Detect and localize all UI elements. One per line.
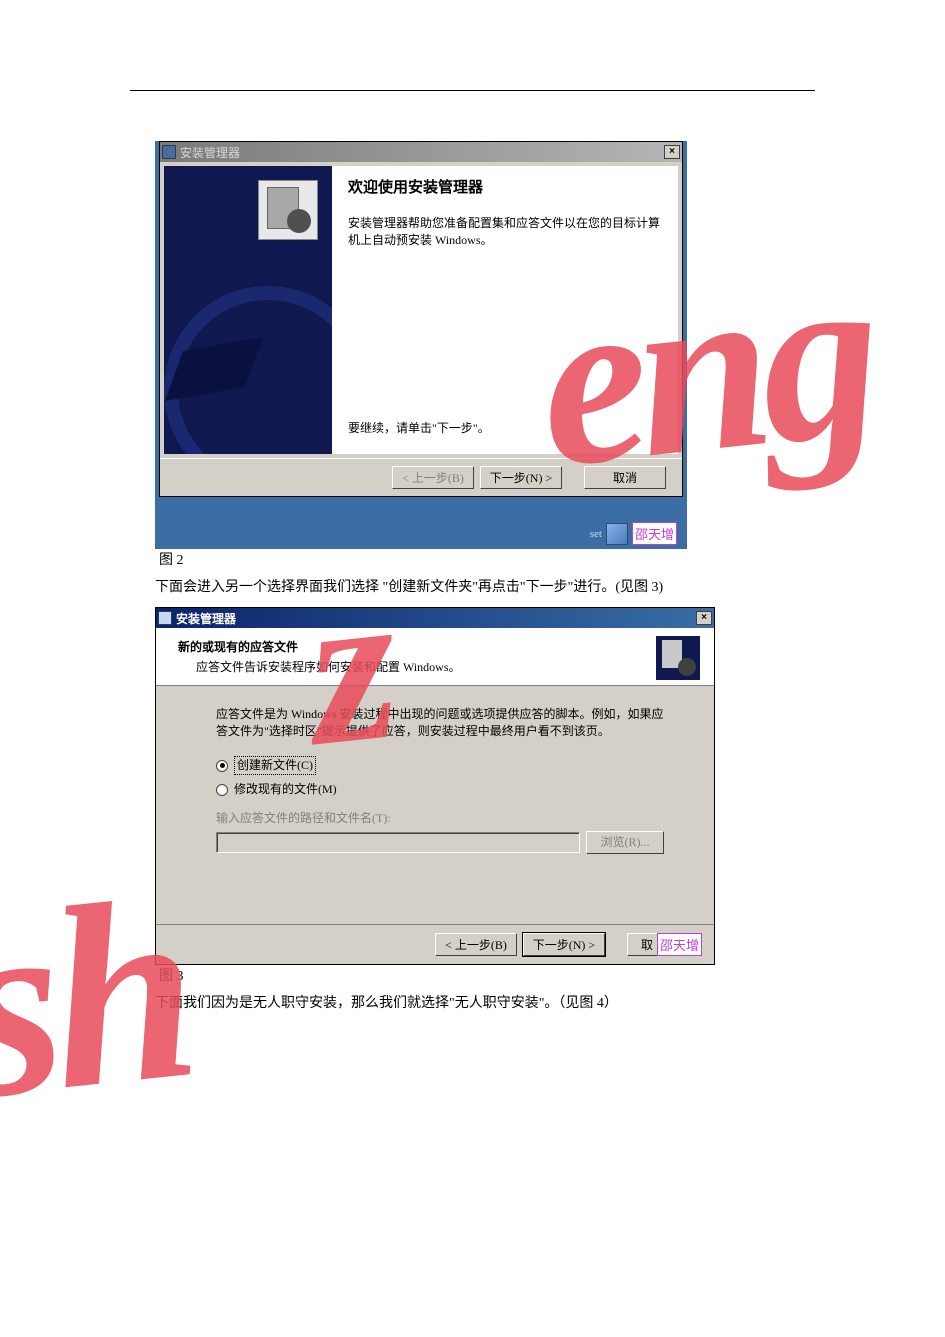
app-icon [158, 611, 172, 625]
system-tray: set 邵天增 [590, 522, 677, 545]
browse-button: 浏览(R)... [586, 831, 664, 854]
instruction-paragraph-1: 下面会进入另一个选择界面我们选择 "创建新文件夹"再点击"下一步"进行。(见图 … [155, 577, 715, 599]
instruction-paragraph-2: 下面我们因为是无人职守安装，那么我们就选择"无人职守安装"。（见图 4） [155, 993, 715, 1015]
figure-caption-2: 图 2 [159, 549, 184, 569]
radio-create-new[interactable]: 创建新文件(C) [216, 756, 664, 775]
wizard-continue-hint: 要继续，请单击"下一步"。 [348, 419, 490, 436]
wizard-description: 安装管理器帮助您准备配置集和应答文件以在您的目标计算机上自动预安装 Window… [348, 215, 662, 249]
radio-label: 修改现有的文件(M) [234, 781, 337, 798]
app-icon [162, 145, 176, 159]
path-field-label: 输入应答文件的路径和文件名(T): [216, 810, 664, 827]
package-icon [656, 636, 700, 680]
screenshot-figure-2: 安装管理器 × 欢迎使用安装管理器 安装管理器帮助您准备配置集和应答文件以在您的… [155, 141, 687, 549]
radio-modify-existing[interactable]: 修改现有的文件(M) [216, 781, 664, 798]
desktop-background: set 邵天增 [155, 497, 687, 549]
radio-icon [216, 760, 228, 772]
wizard-button-row: < 上一步(B) 下一步(N) > 取 邵天增 [156, 924, 714, 964]
back-button: < 上一步(B) [392, 466, 474, 489]
next-button[interactable]: 下一步(N) > [523, 933, 605, 956]
horizontal-rule [130, 90, 815, 91]
page-description: 应答文件是为 Windows 安装过程中出现的问题或选项提供应答的脚本。例如，如… [216, 706, 664, 740]
watermark-name-tag: 邵天增 [632, 522, 677, 545]
cancel-button[interactable]: 取消 [584, 466, 666, 489]
close-icon[interactable]: × [664, 145, 680, 159]
wizard-sidebar-image [164, 166, 332, 454]
wizard-dialog-1: 安装管理器 × 欢迎使用安装管理器 安装管理器帮助您准备配置集和应答文件以在您的… [159, 141, 683, 497]
tray-text: set [590, 528, 602, 540]
path-section: 输入应答文件的路径和文件名(T): 浏览(R)... [216, 810, 664, 854]
radio-label: 创建新文件(C) [234, 756, 316, 775]
close-icon[interactable]: × [696, 611, 712, 625]
page-title: 新的或现有的应答文件 [178, 638, 700, 655]
path-input [216, 832, 580, 853]
figure-caption-3: 图 3 [159, 965, 184, 985]
wizard-button-row: < 上一步(B) 下一步(N) > 取消 [160, 458, 682, 496]
page-subtitle: 应答文件告诉安装程序如何安装和配置 Windows。 [196, 658, 700, 675]
wizard-dialog-2: 安装管理器 × 新的或现有的应答文件 应答文件告诉安装程序如何安装和配置 Win… [155, 607, 715, 965]
wizard-page-header: 新的或现有的应答文件 应答文件告诉安装程序如何安装和配置 Windows。 [156, 628, 714, 686]
title-bar: 安装管理器 × [160, 142, 682, 162]
title-bar-text: 安装管理器 [180, 144, 240, 161]
next-button[interactable]: 下一步(N) > [480, 466, 562, 489]
title-bar-text: 安装管理器 [176, 610, 236, 627]
tray-app-icon [606, 523, 628, 545]
radio-icon [216, 784, 228, 796]
package-icon [258, 180, 318, 240]
wizard-heading: 欢迎使用安装管理器 [348, 176, 662, 197]
back-button[interactable]: < 上一步(B) [435, 933, 517, 956]
watermark-name-tag: 邵天增 [657, 933, 702, 956]
title-bar: 安装管理器 × [156, 608, 714, 628]
